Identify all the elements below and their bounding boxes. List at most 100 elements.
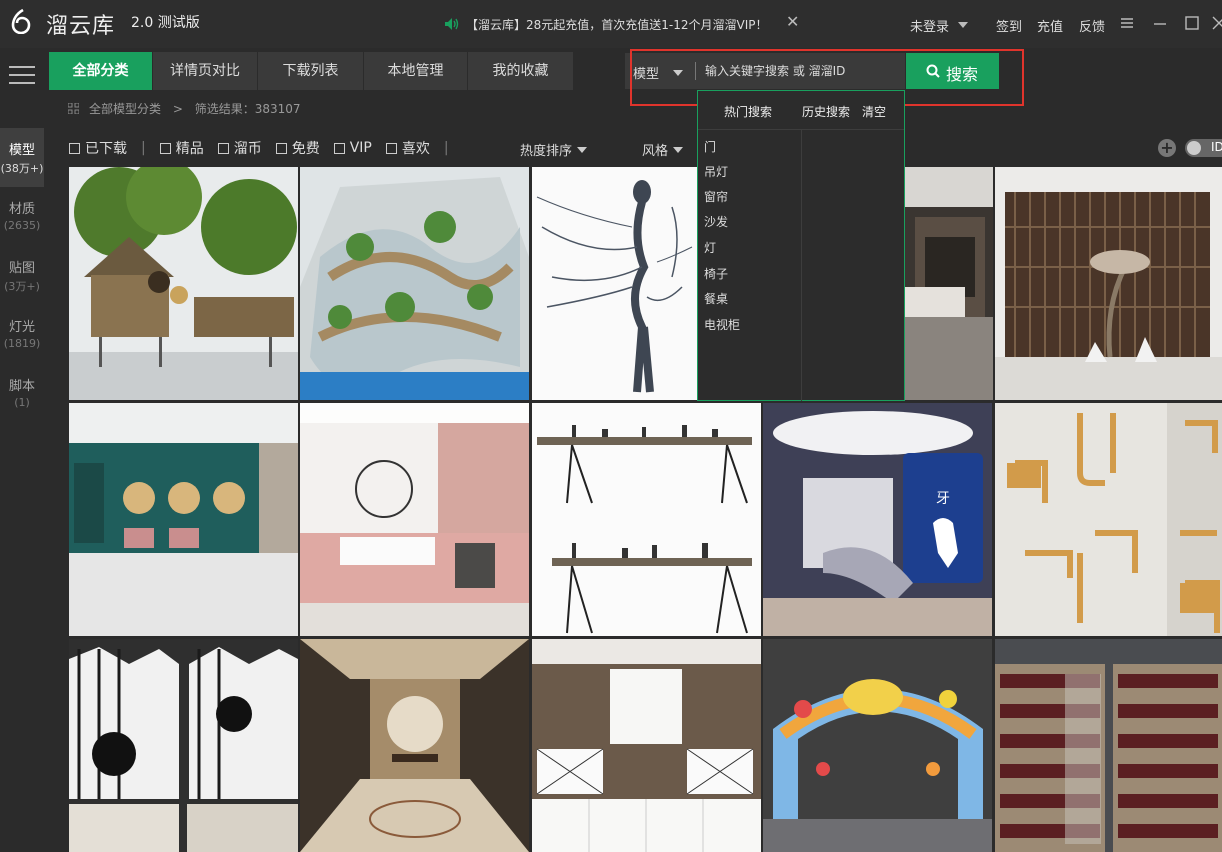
filter-downloaded[interactable]: 已下载 <box>69 138 127 158</box>
sort-hot-dropdown[interactable]: 热度排序 <box>520 140 588 159</box>
app-name: 溜云库 <box>46 14 116 39</box>
search-suggestions-dropdown: 热门搜索 历史搜索 清空 门 吊灯 窗帘 沙发 灯 椅子 餐桌 电视柜 <box>697 90 905 401</box>
filter-label: 喜欢 <box>401 141 430 157</box>
thumbnail-bedroom[interactable] <box>905 167 993 400</box>
category-sidebar: 模型 (38万+) 材质 (2635) 贴图 (3万+) 灯光 (1819) 脚… <box>0 128 44 423</box>
thumbnail-bathroom[interactable] <box>300 403 529 636</box>
checkbox-icon <box>159 142 171 154</box>
thumbnail-cabinet[interactable] <box>532 639 761 852</box>
divider <box>695 62 696 80</box>
thumbnail-lobby[interactable] <box>300 639 529 852</box>
tab-local-manage[interactable]: 本地管理 <box>364 52 468 90</box>
filter-label: VIP <box>349 140 372 156</box>
thumbnail-arch[interactable] <box>763 639 992 852</box>
sidebar-item-label: 贴图 <box>8 261 35 276</box>
hot-term-item[interactable]: 门 <box>704 138 716 155</box>
sidebar-item-light[interactable]: 灯光 (1819) <box>0 305 44 364</box>
sidebar-item-label: 材质 <box>8 202 35 217</box>
sidebar-item-script[interactable]: 脚本 (1) <box>0 364 44 423</box>
tab-hot-search[interactable]: 热门搜索 <box>724 103 772 120</box>
thumbnail-rails[interactable] <box>995 403 1222 636</box>
search-button-label: 搜索 <box>946 67 979 84</box>
hot-term-item[interactable]: 椅子 <box>704 265 728 282</box>
hamburger-menu-icon[interactable] <box>9 66 35 86</box>
thumbnail-dental[interactable]: 牙 <box>763 403 992 636</box>
tab-detail-compare[interactable]: 详情页对比 <box>153 52 258 90</box>
filter-label: 精品 <box>175 141 204 157</box>
thumbnail-treehouse[interactable] <box>69 167 298 400</box>
thumbnail-screen[interactable] <box>995 167 1222 400</box>
close-icon[interactable]: ✕ <box>786 12 799 31</box>
speaker-icon <box>445 18 459 30</box>
login-menu[interactable]: 未登录 <box>910 16 949 35</box>
thumbnail-sculpture[interactable] <box>532 167 697 400</box>
thumbnail-garden[interactable] <box>300 167 529 400</box>
filter-bar: 已下载 | 精品 溜币 免费 VIP 喜欢 | <box>69 138 463 158</box>
checkbox-icon <box>333 142 345 154</box>
id-toggle[interactable]: ID <box>1185 139 1222 157</box>
divider: | <box>141 140 146 156</box>
window-close-icon[interactable] <box>1210 14 1222 32</box>
hot-term-item[interactable]: 沙发 <box>704 213 728 230</box>
title-bar: 溜云库 2.0 测试版 【溜云库】28元起充值，首次充值送1-12个月溜溜VIP… <box>0 0 1222 48</box>
style-dropdown[interactable]: 风格 <box>642 140 684 159</box>
hot-term-item[interactable]: 餐桌 <box>704 290 728 307</box>
search-button[interactable]: 搜索 <box>906 53 999 89</box>
thumbnail-panels[interactable] <box>69 639 298 852</box>
tab-favorites[interactable]: 我的收藏 <box>468 52 574 90</box>
chevron-down-icon <box>673 147 684 153</box>
promo-text[interactable]: 【溜云库】28元起充值，首次充值送1-12个月溜溜VIP！ <box>466 16 768 33</box>
main-tabs: 全部分类 详情页对比 下载列表 本地管理 我的收藏 <box>49 52 574 90</box>
sidebar-item-count: (1) <box>14 396 30 409</box>
search-icon <box>926 64 940 78</box>
hot-term-item[interactable]: 电视柜 <box>704 316 740 333</box>
hot-term-item[interactable]: 灯 <box>704 239 716 256</box>
filter-free[interactable]: 免费 <box>275 138 320 158</box>
tab-search-history[interactable]: 历史搜索 <box>802 103 850 120</box>
chevron-down-icon <box>577 147 588 153</box>
filter-vip[interactable]: VIP <box>333 140 372 156</box>
filter-label: 免费 <box>291 141 320 157</box>
sidebar-item-material[interactable]: 材质 (2635) <box>0 187 44 246</box>
tab-all-categories[interactable]: 全部分类 <box>49 52 153 90</box>
sidebar-item-count: (1819) <box>3 337 41 350</box>
divider: | <box>443 140 449 156</box>
filter-liked[interactable]: 喜欢 <box>385 138 430 158</box>
breadcrumb: 全部模型分类 > 筛选结果：383107 <box>68 100 301 117</box>
search-type-select[interactable]: 模型 <box>633 63 659 82</box>
checkin-link[interactable]: 签到 <box>996 16 1022 35</box>
checkbox-icon <box>69 142 80 154</box>
chevron-down-icon[interactable] <box>958 22 968 28</box>
sidebar-item-label: 脚本 <box>8 379 35 394</box>
chevron-down-icon[interactable] <box>673 70 683 76</box>
breadcrumb-sep: > <box>172 102 183 116</box>
add-icon[interactable]: + <box>1158 139 1176 157</box>
breadcrumb-root[interactable]: 全部模型分类 <box>89 102 161 116</box>
hot-term-item[interactable]: 吊灯 <box>704 163 728 180</box>
toggle-label: ID <box>1211 140 1222 154</box>
hot-term-item[interactable]: 窗帘 <box>704 188 728 205</box>
svg-text:牙: 牙 <box>936 490 950 506</box>
feedback-link[interactable]: 反馈 <box>1079 16 1105 35</box>
menu-icon[interactable] <box>1118 14 1136 32</box>
filter-premium[interactable]: 精品 <box>159 138 204 158</box>
recharge-link[interactable]: 充值 <box>1037 16 1063 35</box>
clear-history-button[interactable]: 清空 <box>862 103 886 120</box>
thumbnail-salon[interactable] <box>69 403 298 636</box>
minimize-icon[interactable] <box>1151 14 1169 32</box>
sidebar-item-texture[interactable]: 贴图 (3万+) <box>0 246 44 305</box>
thumbnail-tables[interactable] <box>532 403 761 636</box>
toggle-knob <box>1187 141 1201 155</box>
divider <box>801 129 802 401</box>
thumbnail-winerack[interactable] <box>995 639 1222 852</box>
sidebar-item-model[interactable]: 模型 (38万+) <box>0 128 44 187</box>
filter-coins[interactable]: 溜币 <box>217 138 262 158</box>
filter-label: 已下载 <box>85 141 127 157</box>
checkbox-icon <box>217 142 229 154</box>
style-label: 风格 <box>642 144 669 159</box>
maximize-icon[interactable] <box>1183 14 1201 32</box>
tab-download-list[interactable]: 下载列表 <box>258 52 364 90</box>
search-input[interactable] <box>705 61 900 81</box>
sidebar-item-label: 模型 <box>8 143 35 158</box>
checkbox-icon <box>275 142 287 154</box>
